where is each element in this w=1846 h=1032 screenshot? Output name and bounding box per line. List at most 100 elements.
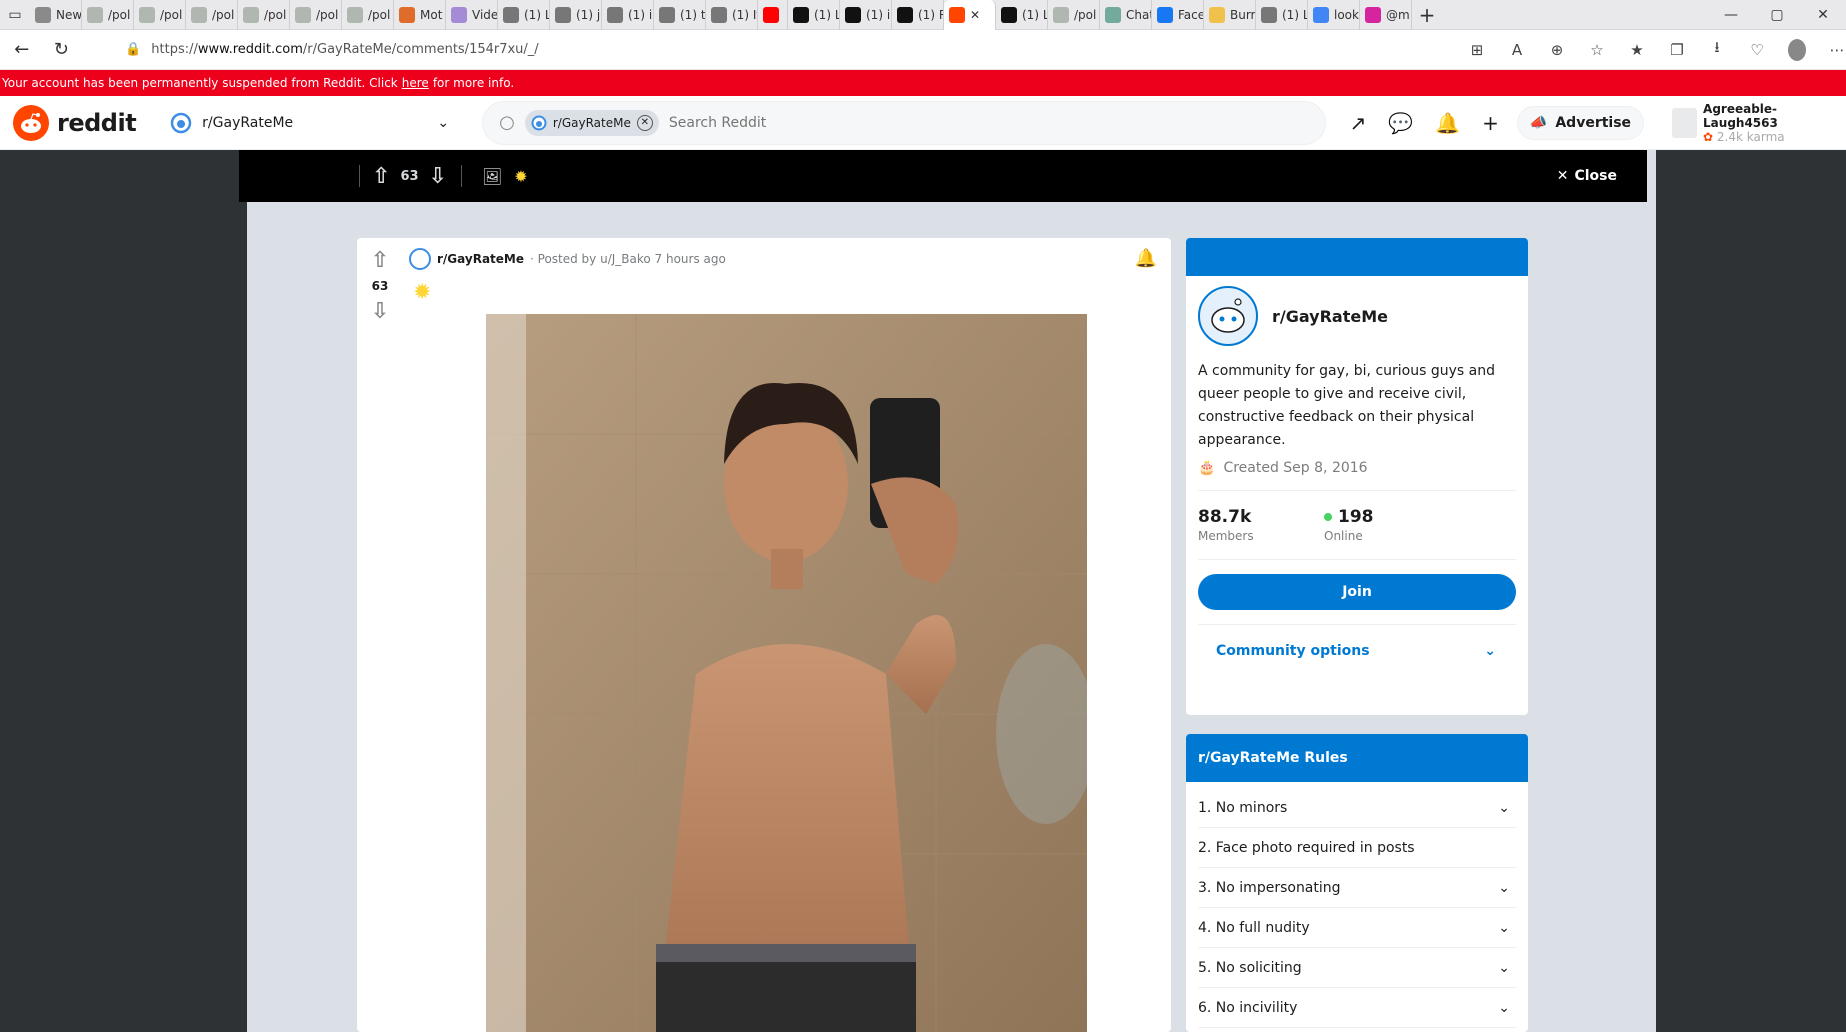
browser-tab[interactable]: (1) L xyxy=(996,0,1048,30)
profile-avatar[interactable] xyxy=(1788,38,1807,61)
browser-tab[interactable]: @m xyxy=(1360,0,1412,30)
browser-essentials-icon[interactable]: ♡ xyxy=(1748,41,1766,59)
address-bar: ← ↻ 🔒 https://www.reddit.com/r/GayRateMe… xyxy=(0,30,1846,70)
favorite-star-icon[interactable]: ☆ xyxy=(1588,41,1606,59)
divider xyxy=(1198,490,1516,491)
chat-icon[interactable]: 💬 xyxy=(1388,111,1413,135)
community-name[interactable]: r/GayRateMe xyxy=(1272,307,1388,326)
search-bar[interactable]: ○ r/GayRateMe ✕ xyxy=(482,100,1326,145)
browser-tab[interactable]: Mot xyxy=(394,0,446,30)
award-icon: ✹ xyxy=(413,280,432,305)
browser-tab[interactable]: (1) R xyxy=(892,0,944,30)
browser-tab[interactable]: (1) L xyxy=(498,0,550,30)
facebook-icon xyxy=(1157,6,1173,23)
post-image[interactable] xyxy=(486,314,1087,1032)
community-avatar[interactable] xyxy=(1198,286,1258,346)
browser-tab[interactable]: (1) L xyxy=(788,0,840,30)
collections-icon[interactable]: ❐ xyxy=(1668,41,1686,59)
create-post-plus-icon[interactable]: + xyxy=(1482,111,1499,135)
tab-icon xyxy=(659,6,675,23)
reddit-logo[interactable]: reddit xyxy=(13,104,137,141)
rule-item[interactable]: 5. No soliciting ⌄ xyxy=(1198,948,1516,988)
browser-tab[interactable]: (1) L xyxy=(1256,0,1308,30)
advertise-button[interactable]: 📣 Advertise xyxy=(1516,105,1645,140)
read-aloud-icon[interactable]: A xyxy=(1508,41,1526,59)
browser-tab[interactable]: look xyxy=(1308,0,1360,30)
browser-tab[interactable]: /pol xyxy=(342,0,394,30)
tab-label: /pol xyxy=(1074,7,1097,22)
members-label: Members xyxy=(1198,529,1254,543)
back-icon[interactable]: ← xyxy=(4,32,40,68)
popular-icon[interactable]: ↗ xyxy=(1350,111,1367,135)
browser-tab[interactable]: Vide xyxy=(446,0,498,30)
browser-tab[interactable]: New xyxy=(30,0,82,30)
maximize-icon[interactable]: ▢ xyxy=(1754,0,1800,30)
zoom-icon[interactable]: ⊕ xyxy=(1548,41,1566,59)
browser-tab[interactable]: (1) t xyxy=(654,0,706,30)
search-input[interactable] xyxy=(668,114,1169,131)
search-community-chip[interactable]: r/GayRateMe ✕ xyxy=(524,109,659,136)
tab-icon xyxy=(711,6,727,23)
snoo-icon xyxy=(1211,298,1245,333)
follow-bell-icon[interactable]: 🔔 xyxy=(1135,248,1157,269)
close-window-icon[interactable]: ✕ xyxy=(1800,0,1846,30)
browser-tab[interactable]: Face xyxy=(1152,0,1204,30)
browser-tab[interactable]: /pol xyxy=(290,0,342,30)
subreddit-link[interactable]: r/GayRateMe xyxy=(437,252,524,266)
reddit-wordmark: reddit xyxy=(57,108,137,137)
user-menu[interactable]: Agreeable-Laugh4563 ✿ 2.4k karma xyxy=(1672,102,1846,144)
downloads-icon[interactable]: ⭳ xyxy=(1708,37,1726,62)
notifications-bell-icon[interactable]: 🔔 xyxy=(1435,111,1460,135)
browser-tab[interactable]: (1) i xyxy=(840,0,892,30)
upvote-arrow-icon[interactable]: ⇧ xyxy=(372,164,390,189)
rule-label: 5. No soliciting xyxy=(1198,959,1302,976)
tab-label: Face xyxy=(1178,7,1204,22)
browser-tab[interactable]: Chat xyxy=(1100,0,1152,30)
divider xyxy=(460,165,462,187)
url-field[interactable]: 🔒 https://www.reddit.com/r/GayRateMe/com… xyxy=(125,35,1448,65)
upvote-arrow-icon[interactable]: ⇧ xyxy=(371,248,389,273)
modal-backdrop-left[interactable] xyxy=(0,150,247,1032)
downvote-arrow-icon[interactable]: ⇩ xyxy=(371,299,389,324)
browser-tab[interactable] xyxy=(758,0,788,30)
tab-actions-icon[interactable]: ▭ xyxy=(0,0,30,30)
browser-tab[interactable]: /pol xyxy=(134,0,186,30)
banner-here-link[interactable]: here xyxy=(402,76,429,90)
modal-backdrop-right[interactable] xyxy=(1656,150,1846,1032)
clear-chip-icon[interactable]: ✕ xyxy=(636,114,653,131)
rule-item[interactable]: 2. Face photo required in posts xyxy=(1198,828,1516,868)
rule-item[interactable]: 6. No incivility ⌄ xyxy=(1198,988,1516,1028)
browser-tab[interactable]: (1) It xyxy=(706,0,758,30)
app-available-icon[interactable]: ⊞ xyxy=(1468,41,1486,59)
close-tab-icon[interactable]: ✕ xyxy=(970,8,980,22)
rule-item[interactable]: 1. No minors ⌄ xyxy=(1198,788,1516,828)
browser-tab[interactable]: ✕ xyxy=(944,0,996,30)
rule-item[interactable]: 3. No impersonating ⌄ xyxy=(1198,868,1516,908)
join-button[interactable]: Join xyxy=(1198,574,1516,610)
browser-tab[interactable]: /pol xyxy=(1048,0,1100,30)
browser-tab[interactable]: (1) ju xyxy=(550,0,602,30)
rule-label: 6. No incivility xyxy=(1198,999,1298,1016)
tab-label: /pol xyxy=(316,7,339,22)
browser-tab[interactable]: /pol xyxy=(186,0,238,30)
community-dropdown[interactable]: r/GayRateMe ⌄ xyxy=(170,112,449,134)
community-options-toggle[interactable]: Community options ⌄ xyxy=(1198,643,1516,659)
online-label: Online xyxy=(1324,529,1363,543)
community-about-card: r/GayRateMe A community for gay, bi, cur… xyxy=(1186,238,1528,715)
4chan-icon xyxy=(139,6,155,23)
subreddit-icon[interactable] xyxy=(409,248,431,270)
browser-tab[interactable]: Burr xyxy=(1204,0,1256,30)
created-date: 🎂 Created Sep 8, 2016 xyxy=(1186,452,1528,484)
more-menu-icon[interactable]: ⋯ xyxy=(1828,41,1846,59)
favorites-icon[interactable]: ★ xyxy=(1628,41,1646,59)
minimize-icon[interactable]: — xyxy=(1708,0,1754,30)
refresh-icon[interactable]: ↻ xyxy=(44,32,80,68)
close-post-button[interactable]: ✕ Close xyxy=(1557,168,1617,184)
downvote-arrow-icon[interactable]: ⇩ xyxy=(429,164,447,189)
rule-item[interactable]: 4. No full nudity ⌄ xyxy=(1198,908,1516,948)
browser-tab[interactable]: /pol xyxy=(82,0,134,30)
browser-tab[interactable]: /pol xyxy=(238,0,290,30)
new-tab-button[interactable]: + xyxy=(1412,3,1442,27)
tab-label: (1) ju xyxy=(576,7,601,22)
browser-tab[interactable]: (1) i xyxy=(602,0,654,30)
